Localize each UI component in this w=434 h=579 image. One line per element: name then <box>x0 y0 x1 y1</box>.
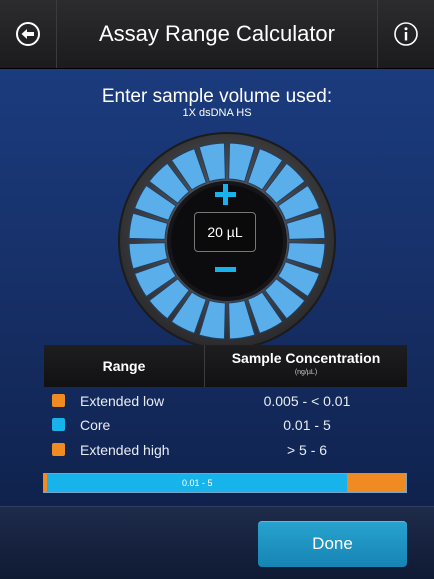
circle-arrow-left-icon <box>16 22 40 46</box>
page-title: Assay Range Calculator <box>98 21 335 46</box>
extended-high-swatch <box>52 443 65 456</box>
assay-range-calculator-screen: Assay Range Calculator Enter sample volu… <box>0 0 434 579</box>
info-button[interactable] <box>377 0 434 68</box>
range-value: 0.01 - 5 <box>283 417 331 433</box>
range-bar-label: 0.01 - 5 <box>181 478 213 488</box>
plus-icon <box>215 184 236 205</box>
extended-low-swatch <box>52 394 65 407</box>
header-bar: Assay Range Calculator <box>0 0 434 69</box>
increase-volume-button[interactable] <box>213 182 239 208</box>
info-circle-icon <box>394 22 418 46</box>
range-label: Extended low <box>80 393 165 409</box>
decrease-volume-button[interactable] <box>213 262 239 278</box>
range-label: Core <box>80 417 111 433</box>
range-column-header: Range <box>102 358 146 374</box>
range-bar-extended-high <box>347 474 406 492</box>
done-button[interactable]: Done <box>258 521 407 567</box>
core-swatch <box>52 418 65 431</box>
range-bar-core: 0.01 - 5 <box>47 474 348 492</box>
range-label: Extended high <box>80 442 170 458</box>
range-value: > 5 - 6 <box>286 442 328 458</box>
range-value: 0.005 - < 0.01 <box>263 393 351 409</box>
range-bar: 0.01 - 5 <box>43 473 407 493</box>
range-row-extended-high: Extended high > 5 - 6 <box>52 440 412 460</box>
assay-name: 1X dsDNA HS <box>182 107 252 119</box>
range-row-extended-low: Extended low 0.005 - < 0.01 <box>52 391 412 411</box>
volume-prompt: Enter sample volume used: <box>101 86 333 107</box>
concentration-unit: (ng/µL) <box>294 369 318 376</box>
volume-value: 20 µL <box>194 212 256 252</box>
range-row-core: Core 0.01 - 5 <box>52 415 412 435</box>
back-button[interactable] <box>0 0 57 68</box>
concentration-column-header: Sample Concentration <box>231 350 381 366</box>
minus-icon <box>215 267 236 272</box>
range-table-header: Range Sample Concentration (ng/µL) <box>44 345 407 387</box>
